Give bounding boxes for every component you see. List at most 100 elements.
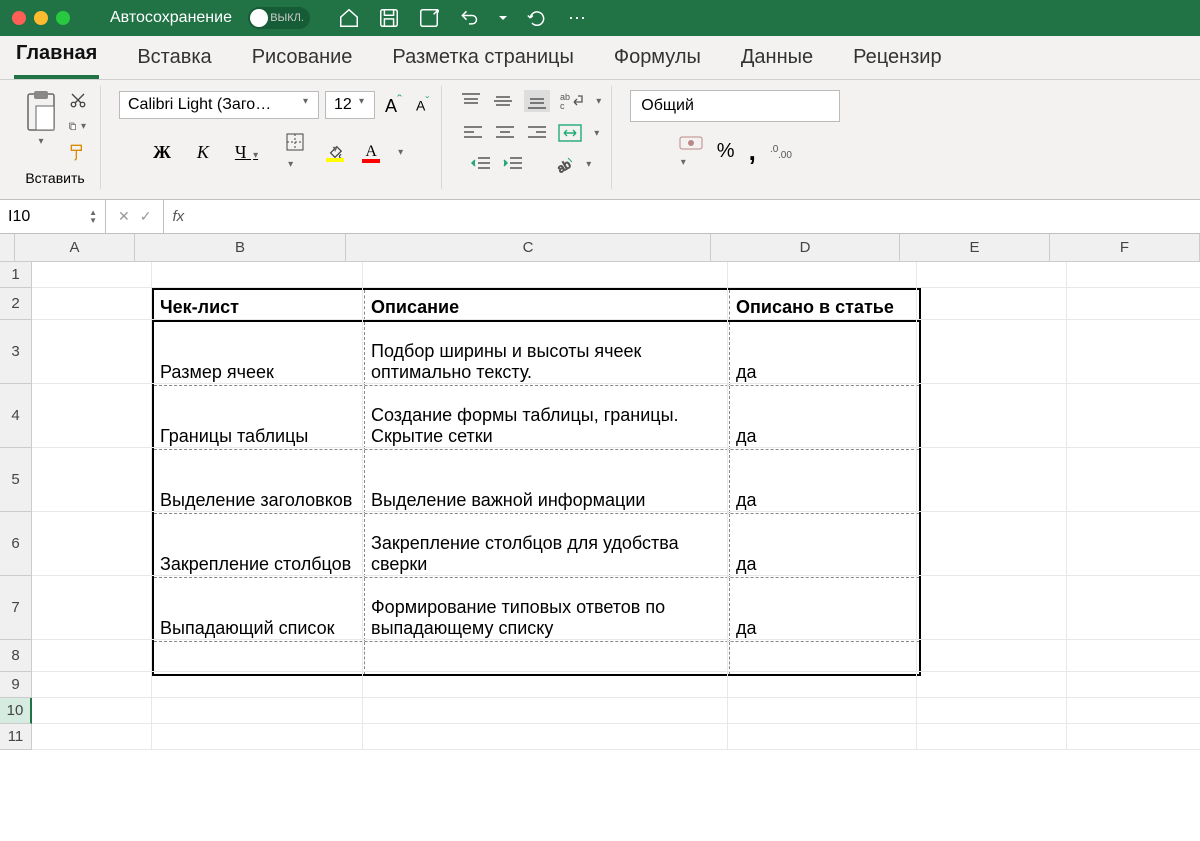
cell[interactable] <box>32 288 152 320</box>
cell[interactable] <box>1067 320 1200 384</box>
cell[interactable] <box>152 672 363 698</box>
cell[interactable] <box>152 320 363 384</box>
cell[interactable] <box>917 384 1067 448</box>
font-name-combo[interactable]: Calibri Light (Заго… ▾ <box>119 91 319 119</box>
row-header[interactable]: 11 <box>0 724 32 750</box>
cancel-formula-icon[interactable]: ✕ <box>118 208 130 225</box>
tab-data[interactable]: Данные <box>739 38 815 79</box>
fill-color-button[interactable]: ▾ <box>324 142 346 164</box>
cell[interactable] <box>32 724 152 750</box>
borders-button[interactable]: ▾ <box>280 131 310 174</box>
increase-indent-icon[interactable] <box>502 155 524 173</box>
cell[interactable] <box>363 262 728 288</box>
cell[interactable] <box>152 384 363 448</box>
row-header[interactable]: 6 <box>0 512 32 576</box>
cell[interactable] <box>728 262 917 288</box>
cell[interactable] <box>917 724 1067 750</box>
cell[interactable] <box>363 576 728 640</box>
cell[interactable] <box>32 640 152 672</box>
close-window-button[interactable] <box>12 11 26 25</box>
cell[interactable] <box>728 288 917 320</box>
cell[interactable] <box>152 262 363 288</box>
cell[interactable] <box>728 640 917 672</box>
chevron-down-icon[interactable]: ▾ <box>594 96 603 107</box>
autosave-toggle[interactable]: ВЫКЛ. <box>248 7 310 29</box>
cell[interactable] <box>32 698 152 724</box>
cell[interactable] <box>917 262 1067 288</box>
align-middle-icon[interactable] <box>492 92 514 110</box>
cell[interactable] <box>728 698 917 724</box>
align-bottom-icon[interactable] <box>524 90 550 112</box>
cell[interactable] <box>1067 262 1200 288</box>
decrease-indent-icon[interactable] <box>470 155 492 173</box>
chevron-down-icon[interactable]: ▾ <box>396 147 405 158</box>
cell[interactable] <box>728 512 917 576</box>
cell[interactable] <box>1067 724 1200 750</box>
cell[interactable] <box>1067 288 1200 320</box>
more-icon[interactable]: ⋯ <box>566 7 588 29</box>
minimize-window-button[interactable] <box>34 11 48 25</box>
row-header[interactable]: 10 <box>0 698 32 724</box>
row-header[interactable]: 2 <box>0 288 32 320</box>
font-color-button[interactable]: A <box>360 141 382 165</box>
column-header[interactable]: A <box>15 234 135 262</box>
cell[interactable] <box>32 512 152 576</box>
cell[interactable] <box>363 288 728 320</box>
format-painter-icon[interactable] <box>68 142 88 162</box>
align-top-icon[interactable] <box>460 92 482 110</box>
row-header[interactable]: 5 <box>0 448 32 512</box>
undo-icon[interactable] <box>458 7 480 29</box>
cell[interactable] <box>363 698 728 724</box>
cell[interactable] <box>152 698 363 724</box>
cell[interactable] <box>917 448 1067 512</box>
percent-button[interactable]: % <box>717 140 735 163</box>
cell[interactable] <box>917 288 1067 320</box>
cell[interactable] <box>1067 384 1200 448</box>
cell[interactable] <box>1067 576 1200 640</box>
column-header[interactable]: F <box>1050 234 1200 262</box>
comma-button[interactable]: , <box>749 136 756 167</box>
save-as-icon[interactable] <box>418 7 440 29</box>
select-all-corner[interactable] <box>0 234 15 262</box>
chevron-down-icon[interactable]: ▾ <box>592 128 601 139</box>
decrease-font-icon[interactable]: Aˇ <box>412 93 433 116</box>
align-center-icon[interactable] <box>494 124 516 142</box>
cell[interactable] <box>363 640 728 672</box>
paste-button[interactable]: ▾ <box>18 86 64 166</box>
wrap-text-icon[interactable]: abc <box>560 92 584 110</box>
cell[interactable] <box>917 640 1067 672</box>
confirm-formula-icon[interactable]: ✓ <box>140 208 152 225</box>
cell[interactable] <box>728 576 917 640</box>
cell[interactable] <box>728 448 917 512</box>
copy-icon[interactable]: ▾ <box>68 116 88 136</box>
cell[interactable] <box>152 448 363 512</box>
cell[interactable] <box>152 576 363 640</box>
cell[interactable] <box>363 384 728 448</box>
tab-page-layout[interactable]: Разметка страницы <box>390 38 575 79</box>
cell[interactable] <box>363 448 728 512</box>
cell[interactable] <box>32 576 152 640</box>
cell[interactable] <box>32 262 152 288</box>
row-header[interactable]: 3 <box>0 320 32 384</box>
cell[interactable] <box>1067 512 1200 576</box>
underline-button[interactable]: Ч ▾ <box>229 140 266 165</box>
grid-body[interactable]: Чек-листОписаниеОписано в статьеРазмер я… <box>32 262 1200 750</box>
cell[interactable] <box>32 672 152 698</box>
cell[interactable] <box>152 288 363 320</box>
cell[interactable] <box>728 320 917 384</box>
increase-font-icon[interactable]: Aˆ <box>381 90 406 119</box>
cell[interactable] <box>917 320 1067 384</box>
column-header[interactable]: E <box>900 234 1050 262</box>
cell[interactable] <box>917 698 1067 724</box>
cell[interactable] <box>1067 672 1200 698</box>
cell[interactable] <box>1067 640 1200 672</box>
increase-decimal-icon[interactable]: .0.00 <box>770 142 792 160</box>
cell[interactable] <box>32 448 152 512</box>
tab-review[interactable]: Рецензир <box>851 38 943 79</box>
name-box[interactable]: I10 ▲▼ <box>0 200 106 233</box>
cell[interactable] <box>917 576 1067 640</box>
align-left-icon[interactable] <box>462 124 484 142</box>
cell[interactable] <box>728 384 917 448</box>
cell[interactable] <box>152 512 363 576</box>
cell[interactable] <box>363 512 728 576</box>
